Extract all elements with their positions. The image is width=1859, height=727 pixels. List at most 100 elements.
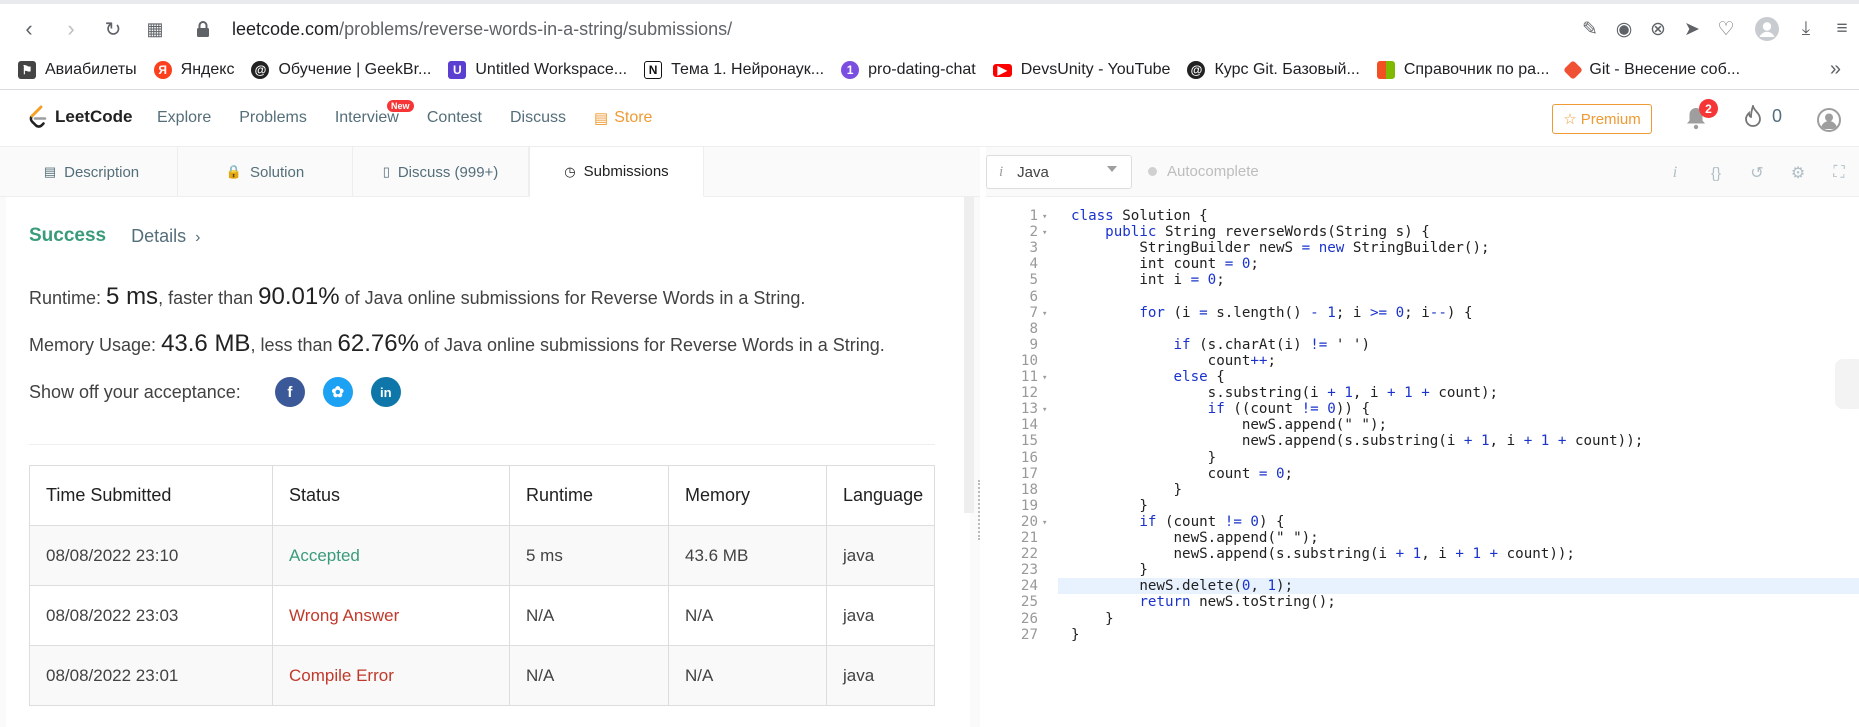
tab-submissions[interactable]: ◷ Submissions xyxy=(529,147,704,197)
line-number: 11 xyxy=(1020,369,1038,385)
apps-grid-icon[interactable]: ▦ xyxy=(140,14,170,44)
code-editor[interactable]: 1 ▾ class Solution {2 ▾ public String rever… xyxy=(986,197,1859,727)
twitter-icon[interactable]: ✿ xyxy=(322,377,353,407)
autocomplete-toggle[interactable]: Autocomplete xyxy=(1148,163,1259,180)
code-line: count++; xyxy=(1071,352,1277,369)
comment-icon: ▯ xyxy=(382,164,390,179)
nav-interview[interactable]: Interview xyxy=(335,109,399,127)
fold-toggle-icon[interactable]: ▾ xyxy=(1042,514,1052,533)
block-icon[interactable]: ⊗ xyxy=(1641,14,1675,44)
premium-button[interactable]: ☆ Premium xyxy=(1552,104,1652,134)
line-number: 27 xyxy=(1020,626,1038,643)
bookmark[interactable]: U Untitled Workspace... xyxy=(448,61,627,79)
forward-icon[interactable]: › xyxy=(56,14,86,44)
back-icon[interactable]: ‹ xyxy=(14,14,44,44)
clock-icon: ◷ xyxy=(564,163,576,179)
code-line: if (count != 0) { xyxy=(1139,513,1285,530)
fold-toggle-icon[interactable]: ▾ xyxy=(1042,401,1052,420)
camera-icon[interactable]: ◉ xyxy=(1607,14,1641,44)
menu-icon[interactable]: ≡ xyxy=(1825,14,1859,44)
details-link[interactable]: Details › xyxy=(131,226,200,247)
fold-toggle-icon[interactable]: ▾ xyxy=(1042,305,1052,324)
bookmark[interactable]: Я Яндекс xyxy=(153,61,234,79)
submission-status[interactable]: Accepted xyxy=(272,525,510,586)
lock-icon: 🔒 xyxy=(225,164,242,179)
fold-toggle-icon[interactable]: ▾ xyxy=(1042,369,1052,388)
column-header: Runtime xyxy=(509,465,669,526)
heart-icon[interactable]: ♡ xyxy=(1709,14,1743,44)
bookmark[interactable]: ▶ DevsUnity - YouTube xyxy=(992,61,1170,79)
send-icon[interactable]: ➤ xyxy=(1675,14,1709,44)
table-row[interactable]: 08/08/2022 23:03 Wrong Answer N/A N/A java xyxy=(29,585,935,646)
submission-status[interactable]: Compile Error xyxy=(272,645,510,706)
edit-share-icon[interactable]: ✎ xyxy=(1573,14,1607,44)
nav-store[interactable]: ▤ Store xyxy=(594,109,680,127)
bookmark[interactable]: @ Обучение | GeekBr... xyxy=(251,61,431,79)
fullscreen-icon[interactable]: ⛶ xyxy=(1826,160,1852,186)
streak-counter[interactable]: 0 xyxy=(1744,105,1782,127)
code-braces-icon[interactable]: {} xyxy=(1703,160,1729,186)
lock-icon xyxy=(196,21,210,37)
side-feedback-tab[interactable] xyxy=(1835,359,1859,409)
submissions-table: Time Submitted Status Runtime Memory Lan… xyxy=(29,465,935,706)
facebook-icon[interactable]: f xyxy=(274,377,305,407)
submission-memory: 43.6 MB xyxy=(668,525,827,586)
code-line: class Solution { xyxy=(1071,208,1208,224)
code-line: } xyxy=(1071,481,1183,498)
code-line: int i = 0; xyxy=(1071,272,1225,289)
line-number: 21 xyxy=(1020,530,1038,546)
microsoft-icon xyxy=(1376,61,1395,79)
profile-icon[interactable] xyxy=(1750,14,1784,44)
line-number: 6 xyxy=(1029,288,1038,305)
site-navbar: LeetCode Explore Problems Interview Cont… xyxy=(0,91,1859,147)
avatar[interactable] xyxy=(1817,108,1841,132)
logo[interactable]: LeetCode xyxy=(28,105,132,129)
settings-icon[interactable]: ⚙ xyxy=(1785,160,1811,186)
bookmark[interactable]: N Тема 1. Нейронаук... xyxy=(644,61,824,79)
address-bar[interactable]: leetcode.com/problems/reverse-words-in-a… xyxy=(196,12,1566,46)
bookmark[interactable]: 1 pro-dating-chat xyxy=(841,61,976,79)
linkedin-icon[interactable]: in xyxy=(370,377,401,407)
tab-discuss[interactable]: ▯ Discuss (999+) xyxy=(353,147,529,197)
reset-icon[interactable]: ↺ xyxy=(1744,160,1770,186)
bookmark[interactable]: Справочник по ра... xyxy=(1376,61,1549,79)
submission-memory: N/A xyxy=(668,585,827,646)
line-number: 26 xyxy=(1020,610,1038,627)
code-line: else { xyxy=(1173,369,1225,385)
submission-language: java xyxy=(826,645,935,706)
editor-panel: i Java Autocomplete i {} ↺ ⚙ ⛶ 1 ▾ class S… xyxy=(986,147,1859,727)
notion-icon: N xyxy=(644,61,663,79)
code-line: count = 0; xyxy=(1071,465,1294,482)
fold-toggle-icon[interactable]: ▾ xyxy=(1042,224,1052,243)
nav-contest[interactable]: Contest xyxy=(427,109,482,127)
code-line: return newS.toString(); xyxy=(1139,594,1336,611)
bookmark[interactable]: ⚑ Авиабилеты xyxy=(18,61,137,79)
nav-discuss[interactable]: Discuss xyxy=(510,109,566,127)
code-line: newS.delete(0, 1); xyxy=(1071,578,1294,595)
toggle-dot xyxy=(1148,167,1157,176)
browser-chrome: ‹ › ↻ ▦ leetcode.com/problems/reverse-wo… xyxy=(0,0,1859,90)
submission-status[interactable]: Wrong Answer xyxy=(272,585,510,646)
bookmarks-overflow-icon[interactable]: » xyxy=(1830,58,1841,81)
table-row[interactable]: 08/08/2022 23:10 Accepted 5 ms 43.6 MB java xyxy=(29,525,935,586)
submission-runtime: N/A xyxy=(509,645,669,706)
bookmark[interactable]: @ Курс Git. Базовый... xyxy=(1187,61,1360,79)
code-line: StringBuilder newS = new StringBuilder()… xyxy=(1071,240,1490,257)
info-icon[interactable]: i xyxy=(1662,160,1688,186)
store-icon: ▤ xyxy=(594,110,609,127)
line-number: 7 xyxy=(1029,304,1038,321)
reload-icon[interactable]: ↻ xyxy=(98,14,128,44)
line-number: 24 xyxy=(1020,578,1038,595)
tab-solution[interactable]: 🔒 Solution xyxy=(178,147,353,197)
scrollbar[interactable] xyxy=(964,197,974,513)
table-row[interactable]: 08/08/2022 23:01 Compile Error N/A N/A java xyxy=(29,645,935,706)
nav-explore[interactable]: Explore xyxy=(157,109,211,127)
download-icon[interactable]: ⤓ xyxy=(1789,14,1823,44)
tab-description[interactable]: ▤ Description xyxy=(6,147,178,197)
panel-resize-handle[interactable] xyxy=(978,480,982,540)
language-select[interactable]: i Java xyxy=(986,155,1132,189)
nav-problems[interactable]: Problems xyxy=(239,109,307,127)
code-line: } xyxy=(1071,449,1217,466)
bookmark[interactable]: Git - Внесение соб... xyxy=(1563,60,1740,80)
leetcode-logo-icon xyxy=(29,105,47,128)
